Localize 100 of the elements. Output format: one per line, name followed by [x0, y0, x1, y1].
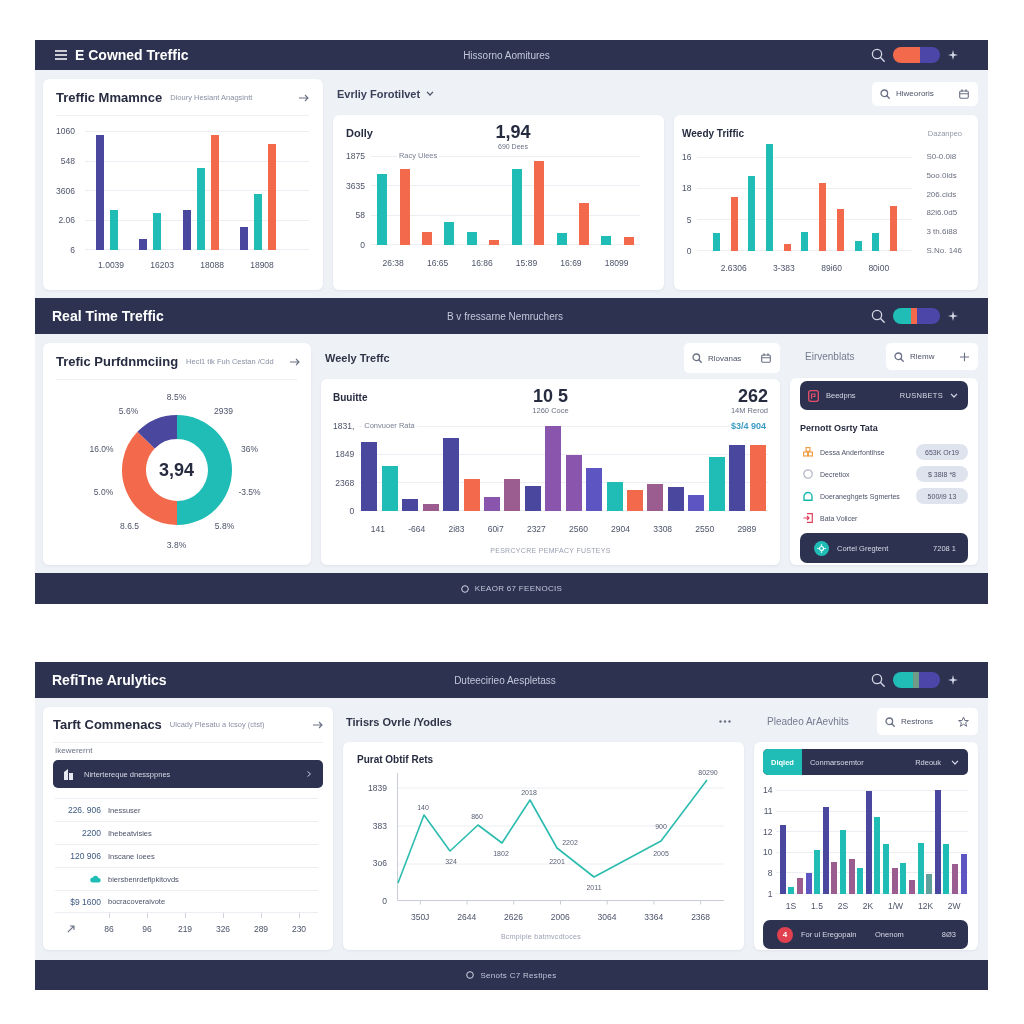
axis-label: 8 [767, 867, 773, 880]
chart-bar [779, 825, 786, 894]
metric-value: 1,94 [495, 122, 531, 142]
axis-label: 16:65 [426, 257, 449, 269]
search-icon[interactable] [871, 309, 885, 323]
chart-bar [801, 232, 809, 251]
chart-bar [139, 239, 148, 250]
sparkle-icon[interactable] [948, 50, 958, 60]
axis-label: 86 [104, 923, 114, 935]
row-value: 120 906 [70, 851, 101, 861]
search-icon [894, 351, 904, 362]
axis-label: -664 [408, 523, 426, 535]
chart-bar [504, 478, 521, 511]
arrow-right-icon[interactable] [299, 93, 309, 102]
theme-toggle[interactable] [893, 47, 940, 63]
axis-label: 11 [763, 804, 773, 817]
card-title: Purat Obtif Rets [357, 754, 434, 765]
calendar-icon[interactable] [761, 353, 771, 363]
arrow-right-icon[interactable] [313, 720, 323, 729]
value-label: 206.cids [926, 188, 957, 201]
percent-label: 8.5% [166, 392, 187, 402]
search-icon[interactable] [871, 673, 885, 687]
more-icon[interactable] [719, 720, 731, 723]
axis-label: 3606 [56, 184, 75, 197]
axis-label: 3364 [644, 911, 664, 923]
chart-bar [749, 444, 766, 511]
metric-value: 10 5 [532, 386, 568, 406]
axis-label: 141 [370, 523, 386, 535]
chart-bar [421, 231, 432, 245]
axis-label: 548 [60, 154, 75, 167]
chart-bar [729, 444, 746, 511]
axis-label: 16:69 [560, 257, 582, 269]
search-icon[interactable] [871, 48, 885, 62]
axis-label: 0 [686, 245, 692, 257]
chart-bar [917, 843, 924, 894]
chart-bar [361, 442, 378, 511]
axis-label: 5 [686, 213, 692, 226]
header-subtitle: Hissorno Aomitures [463, 49, 550, 61]
axis-label: 1/W [888, 900, 904, 912]
circle-icon [460, 584, 469, 593]
search-field[interactable]: Rlovanas [684, 343, 780, 373]
section-heading: Pleadeo ArAevhits [767, 716, 849, 727]
sparkle-icon[interactable] [948, 311, 958, 321]
chart-bar [565, 454, 582, 511]
chart-bar [667, 487, 684, 511]
value-label: S.No. 146 [926, 245, 962, 257]
axis-label: 14 [763, 784, 773, 796]
period-dropdown[interactable]: Evrliy Forotilvet [337, 87, 435, 100]
axis-label: 2327 [526, 523, 546, 535]
metric-value: 262 [737, 386, 768, 406]
axis-label: 58 [355, 209, 365, 222]
section-heading: Tirisrs Ovrle /Yodles [346, 715, 452, 728]
chart-bar [601, 236, 612, 245]
arrow-up-right-icon [67, 925, 75, 933]
axis-label: 0 [360, 238, 365, 251]
axis-label: 18 [682, 182, 692, 195]
chart-bar [240, 227, 249, 250]
search-field[interactable]: Rlemw [886, 343, 978, 370]
theme-toggle[interactable] [893, 308, 940, 324]
axis-label: 1849 [335, 448, 355, 461]
chart-bar [586, 467, 603, 511]
axis-label: 2368 [335, 476, 355, 489]
axis-label: 3064 [597, 911, 617, 923]
section-label: Ikewerernt [54, 746, 93, 755]
chevron-down-icon[interactable] [426, 91, 435, 96]
axis-label: 15:89 [515, 257, 538, 269]
search-field[interactable]: Hiweororis [872, 81, 978, 106]
axis-label: 1 [767, 888, 773, 900]
search-icon [880, 88, 890, 99]
target-icon [814, 540, 829, 556]
plus-icon[interactable] [960, 352, 969, 361]
card-title: Weedy Triffic [682, 127, 745, 139]
theme-toggle[interactable] [893, 672, 940, 688]
card-title: Tarft Commenacs [53, 717, 162, 732]
menu-icon[interactable] [55, 50, 67, 60]
axis-label: 326 [215, 923, 231, 935]
star-icon[interactable] [958, 716, 969, 727]
chart-bar [463, 478, 480, 511]
calendar-icon[interactable] [959, 88, 969, 99]
row-value: $9 1600 [70, 896, 101, 907]
card-title: Dolly [346, 127, 373, 139]
sparkle-icon[interactable] [948, 675, 958, 685]
percent-label: 5.8% [214, 521, 235, 531]
chart-bar [890, 205, 897, 251]
chart-bar [402, 499, 419, 511]
arrow-right-icon[interactable] [289, 357, 300, 366]
axis-label: 16:86 [471, 257, 493, 269]
axis-label: 16 [682, 151, 692, 163]
percent-label: 8.6.5 [120, 521, 139, 531]
chart-bar [524, 486, 541, 511]
search-field[interactable]: Restrons [877, 708, 978, 735]
chart-bar [578, 203, 589, 245]
chart-bar [712, 233, 720, 251]
axis-label: 1060 [56, 125, 75, 137]
axis-label: 2i83 [448, 523, 465, 535]
chevron-right-icon[interactable] [307, 771, 311, 777]
list-heading: Pernott Osrty Tata [800, 423, 878, 433]
circle-icon [466, 971, 475, 979]
chart-bar [422, 504, 439, 511]
axis-label: 2626 [504, 911, 523, 923]
